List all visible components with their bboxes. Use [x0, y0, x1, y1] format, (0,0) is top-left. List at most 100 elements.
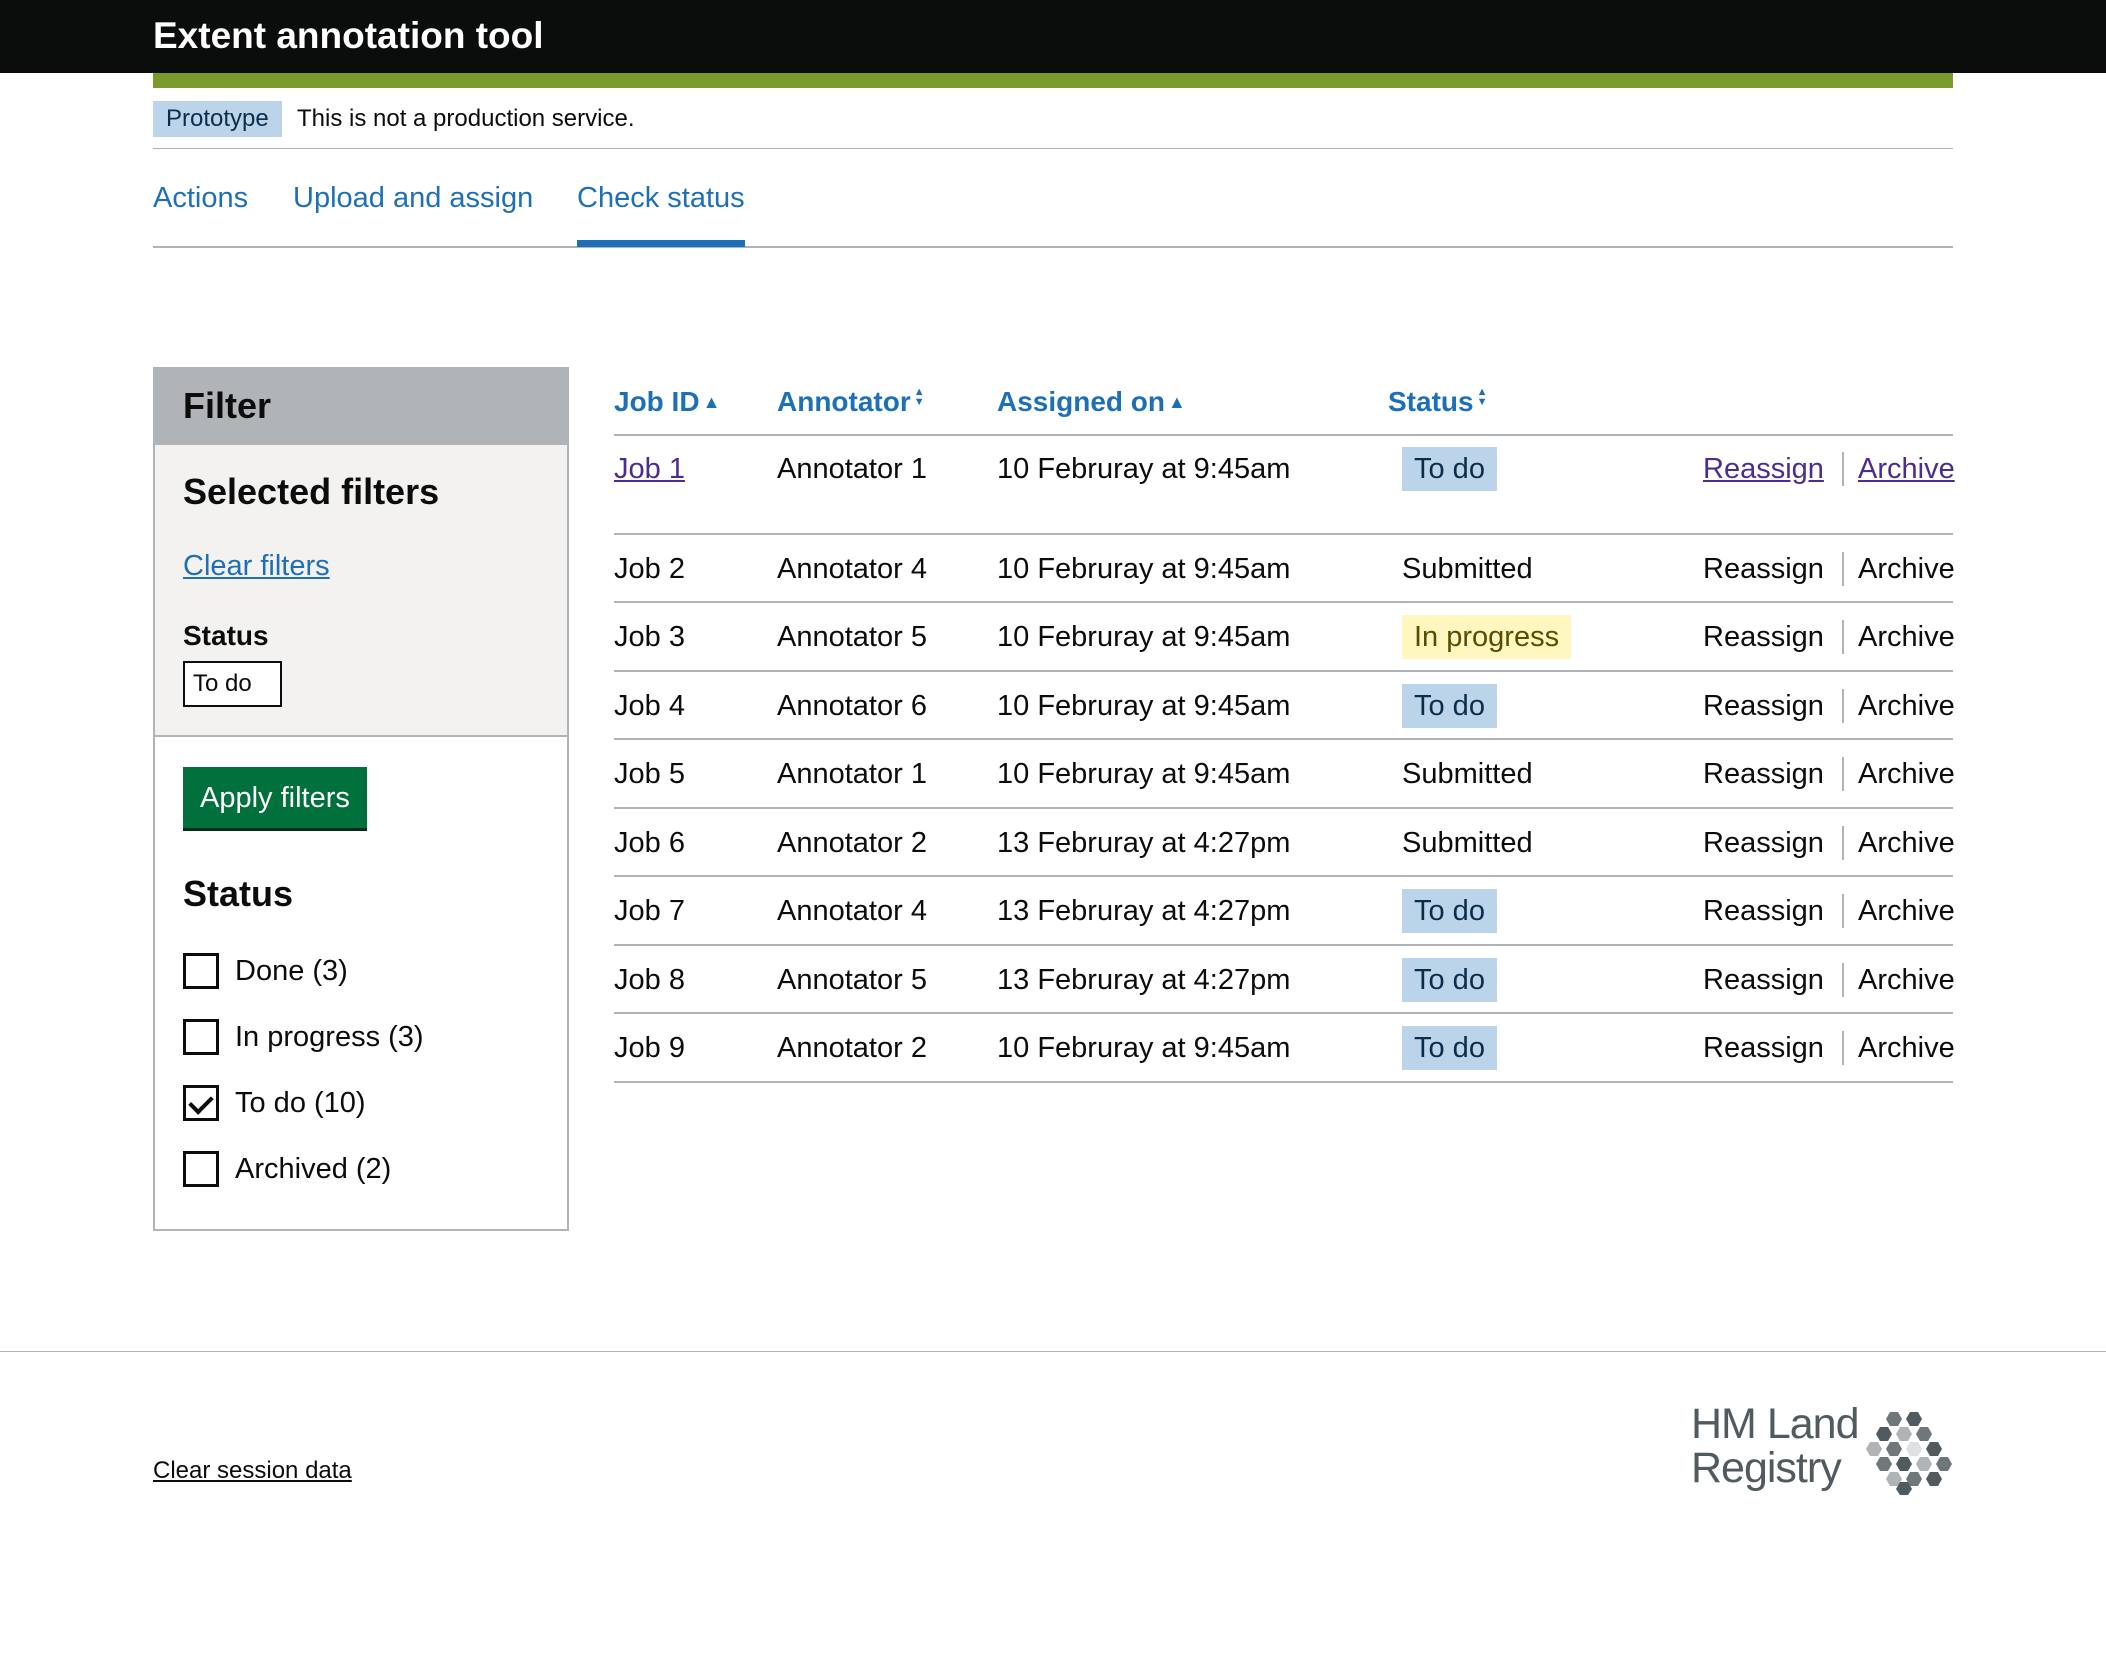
filter-header: Filter	[155, 369, 567, 445]
archive-action[interactable]: Archive	[1858, 688, 1955, 724]
apply-filters-button[interactable]: Apply filters	[183, 767, 367, 828]
reassign-action[interactable]: Reassign	[1703, 1030, 1824, 1066]
job-cell: Job 5	[614, 758, 685, 790]
status-text: Submitted	[1402, 758, 1533, 790]
filter-title: Filter	[183, 385, 272, 426]
table-row: Job 6 Annotator 2 13 Februray at 4:27pm …	[614, 809, 1955, 877]
sort-icon[interactable]: ▲ ▼	[914, 387, 925, 408]
logo-line-2: Registry	[1691, 1444, 1842, 1492]
phase-tag: Prototype	[153, 101, 282, 137]
assigned-cell: 10 Februray at 9:45am	[997, 621, 1291, 653]
status-badge: In progress	[1402, 615, 1572, 659]
column-header-label[interactable]: Status	[1388, 386, 1474, 417]
reassign-action[interactable]: Reassign	[1703, 893, 1824, 929]
clear-session-data-link[interactable]: Clear session data	[153, 1454, 352, 1488]
job-cell: Job 9	[614, 1032, 685, 1064]
job-cell: Job 6	[614, 827, 685, 859]
archive-action[interactable]: Archive	[1858, 962, 1955, 998]
sort-ascending-icon[interactable]: ▲	[703, 392, 721, 412]
action-divider	[1842, 963, 1844, 997]
checkbox-label[interactable]: Archived (2)	[235, 1151, 391, 1187]
archive-action[interactable]: Archive	[1858, 893, 1955, 929]
table-row: Job 2 Annotator 4 10 Februray at 9:45am …	[614, 535, 1955, 603]
table-row: Job 1 Annotator 1 10 Februray at 9:45am …	[614, 436, 1955, 535]
annotator-cell: Annotator 1	[777, 453, 927, 485]
app-title[interactable]: Extent annotation tool	[153, 15, 544, 57]
selected-status-label: Status	[183, 620, 269, 651]
table-row: Job 9 Annotator 2 10 Februray at 9:45am …	[614, 1014, 1955, 1083]
archive-action[interactable]: Archive	[1858, 756, 1955, 792]
tab-actions[interactable]: Actions	[153, 180, 248, 216]
reassign-action[interactable]: Reassign	[1703, 962, 1824, 998]
reassign-action[interactable]: Reassign	[1703, 688, 1824, 724]
sort-ascending-icon[interactable]: ▲	[1168, 392, 1186, 412]
archive-link[interactable]: Archive	[1858, 451, 1955, 487]
job-cell: Job 8	[614, 964, 685, 996]
column-header-label[interactable]: Assigned on	[997, 386, 1165, 417]
reassign-action[interactable]: Reassign	[1703, 619, 1824, 655]
assigned-cell: 13 Februray at 4:27pm	[997, 964, 1291, 996]
checkbox-label[interactable]: In progress (3)	[235, 1019, 424, 1055]
assigned-cell: 13 Februray at 4:27pm	[997, 827, 1291, 859]
phase-banner: Prototype This is not a production servi…	[153, 100, 1953, 149]
tab-upload-and-assign[interactable]: Upload and assign	[293, 180, 533, 216]
assigned-cell: 10 Februray at 9:45am	[997, 1032, 1291, 1064]
reassign-link[interactable]: Reassign	[1703, 451, 1824, 487]
status-badge: To do	[1402, 958, 1497, 1002]
archive-action[interactable]: Archive	[1858, 1030, 1955, 1066]
assigned-cell: 10 Februray at 9:45am	[997, 758, 1291, 790]
selected-filters-section: Selected filters Clear filters Status To…	[155, 445, 567, 737]
action-divider	[1842, 620, 1844, 654]
sort-icon[interactable]: ▲ ▼	[1477, 387, 1488, 408]
reassign-action[interactable]: Reassign	[1703, 825, 1824, 861]
column-header-label[interactable]: Annotator	[777, 386, 911, 417]
clear-filters-link[interactable]: Clear filters	[183, 548, 330, 584]
checkbox-checked-icon[interactable]	[183, 1085, 219, 1121]
active-tab-indicator	[577, 240, 745, 247]
phase-text: This is not a production service.	[297, 105, 635, 132]
action-divider	[1842, 826, 1844, 860]
table-row: Job 7 Annotator 4 13 Februray at 4:27pm …	[614, 877, 1955, 946]
status-badge: To do	[1402, 1026, 1497, 1070]
assigned-cell: 10 Februray at 9:45am	[997, 690, 1291, 722]
tab-check-status[interactable]: Check status	[577, 180, 745, 216]
status-badge: To do	[1402, 684, 1497, 728]
checkbox-icon[interactable]	[183, 1019, 219, 1055]
filter-panel: Filter Selected filters Clear filters St…	[153, 367, 569, 1231]
table-row: Job 4 Annotator 6 10 Februray at 9:45am …	[614, 672, 1955, 740]
job-cell: Job 3	[614, 621, 685, 653]
job-cell: Job 2	[614, 553, 685, 585]
action-divider	[1842, 452, 1844, 486]
table-row: Job 3 Annotator 5 10 Februray at 9:45am …	[614, 603, 1955, 672]
annotator-cell: Annotator 6	[777, 690, 927, 722]
reassign-action[interactable]: Reassign	[1703, 551, 1824, 587]
annotator-cell: Annotator 4	[777, 895, 927, 927]
column-header-annotator[interactable]: Annotator ▲ ▼	[777, 384, 925, 420]
status-text: Submitted	[1402, 827, 1533, 859]
column-header-job-id[interactable]: Job ID ▲	[614, 384, 720, 420]
status-text: Submitted	[1402, 553, 1533, 585]
status-filter-heading: Status	[183, 873, 294, 914]
column-header-status[interactable]: Status ▲ ▼	[1388, 384, 1487, 420]
annotator-cell: Annotator 4	[777, 553, 927, 585]
archive-action[interactable]: Archive	[1858, 551, 1955, 587]
archive-action[interactable]: Archive	[1858, 619, 1955, 655]
selected-filter-tag[interactable]: To do	[183, 661, 282, 707]
reassign-action[interactable]: Reassign	[1703, 756, 1824, 792]
checkbox-icon[interactable]	[183, 953, 219, 989]
job-link[interactable]: Job 1	[614, 451, 685, 487]
action-divider	[1842, 689, 1844, 723]
annotator-cell: Annotator 5	[777, 964, 927, 996]
checkbox-icon[interactable]	[183, 1151, 219, 1187]
checkbox-label[interactable]: Done (3)	[235, 953, 348, 989]
hexagon-cluster-logo-icon	[1866, 1412, 1952, 1495]
selected-filters-heading: Selected filters	[183, 471, 440, 512]
column-header-label[interactable]: Job ID	[614, 386, 700, 417]
annotator-cell: Annotator 5	[777, 621, 927, 653]
header-accent-bar	[153, 73, 1953, 88]
checkbox-label[interactable]: To do (10)	[235, 1085, 366, 1121]
action-divider	[1842, 894, 1844, 928]
hm-land-registry-wordmark: HM Land Registry	[1691, 1402, 1859, 1492]
archive-action[interactable]: Archive	[1858, 825, 1955, 861]
column-header-assigned-on[interactable]: Assigned on ▲	[997, 384, 1186, 420]
